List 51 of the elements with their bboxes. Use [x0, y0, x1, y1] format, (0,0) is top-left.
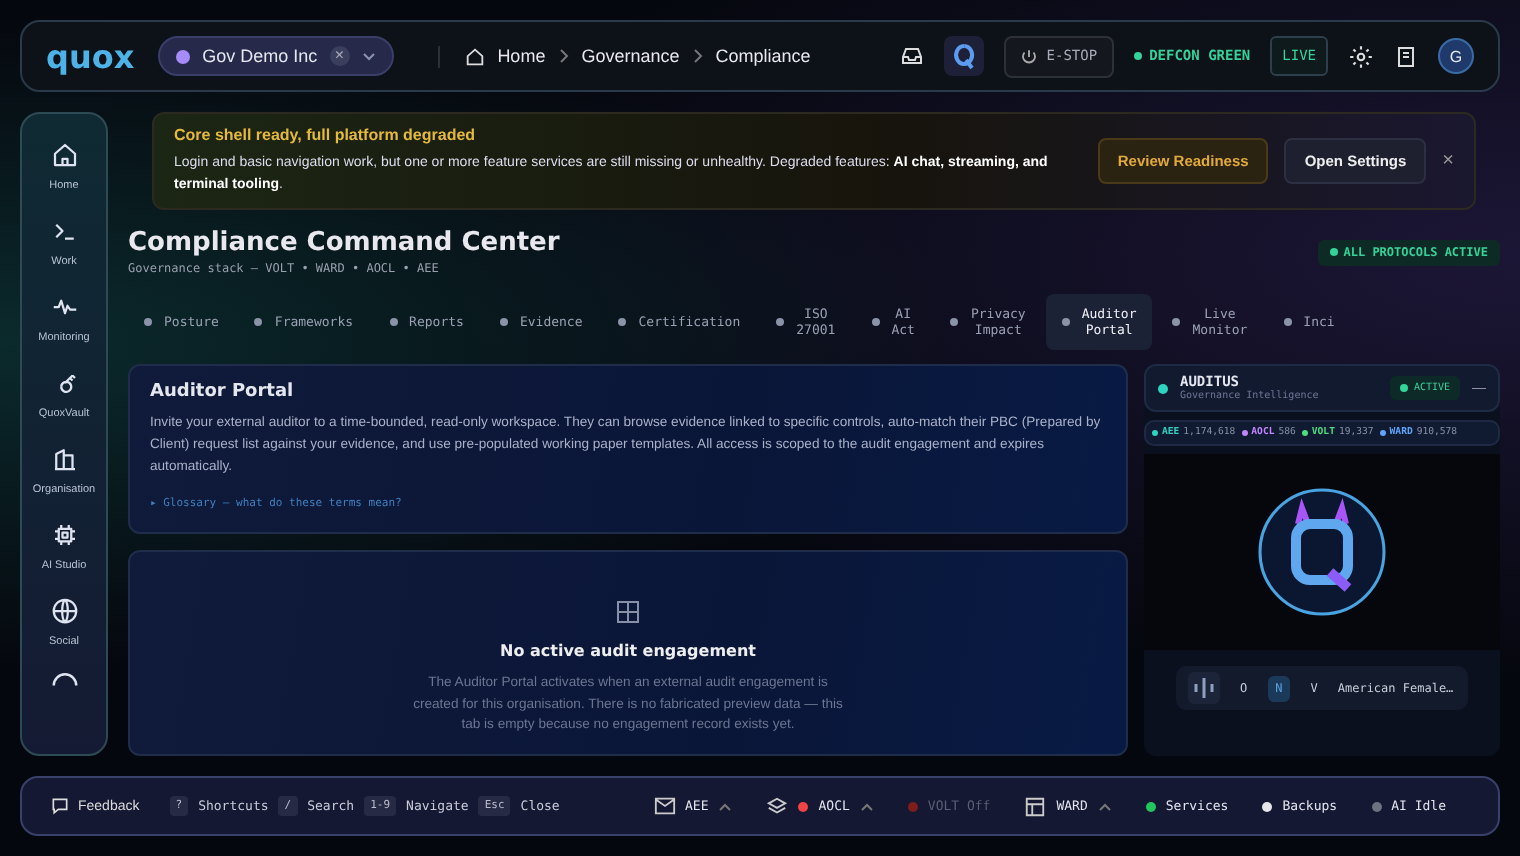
panel-icon	[1024, 795, 1047, 817]
inbox-icon[interactable]	[900, 44, 925, 68]
tab-icon	[618, 318, 627, 326]
user-avatar[interactable]: G	[1438, 38, 1474, 74]
book-icon[interactable]	[1394, 43, 1418, 69]
breadcrumb-link[interactable]: Governance	[581, 46, 680, 66]
assistant-button[interactable]	[944, 36, 985, 76]
card-title: Auditor Portal	[150, 382, 296, 402]
speaker-icon[interactable]	[1188, 672, 1220, 704]
caret-icon	[859, 801, 874, 811]
organisation-dot-icon	[176, 49, 191, 63]
banner-title: Core shell ready, full platform degraded	[174, 126, 478, 144]
chevron-icon	[691, 48, 704, 64]
tab-icon	[254, 318, 263, 326]
settings-icon[interactable]	[1348, 43, 1374, 69]
tab-icon	[776, 318, 785, 326]
q-logo-icon	[952, 42, 977, 70]
layers-icon	[766, 795, 789, 817]
power-icon	[1020, 47, 1039, 65]
breadcrumb-link[interactable]: Home	[497, 46, 546, 66]
nav-icon[interactable]	[49, 670, 79, 686]
caret-icon	[1097, 801, 1112, 811]
nav-icon	[49, 140, 79, 170]
chevron-icon	[557, 48, 570, 64]
logo[interactable]: quox	[46, 37, 135, 75]
nav-icon	[49, 444, 79, 474]
tab-icon	[144, 318, 152, 326]
nav-icon	[49, 520, 79, 550]
grid-icon	[616, 599, 640, 624]
organisation-selector[interactable]: Gov Demo Inc ×	[158, 36, 394, 76]
organisation-name: Gov Demo Inc	[202, 46, 318, 66]
nav-icon	[49, 596, 79, 626]
home-icon	[463, 45, 486, 67]
caret-icon	[361, 51, 376, 61]
chat-bubble-icon	[50, 796, 70, 816]
assistant-status-icon	[1158, 383, 1168, 393]
breadcrumb-link[interactable]: Compliance	[715, 46, 811, 66]
tab-icon	[1061, 318, 1070, 326]
tab-icon	[499, 318, 508, 326]
tab-icon	[389, 318, 398, 326]
clear-button[interactable]: ×	[329, 46, 350, 66]
tab-icon	[871, 318, 880, 326]
mail-icon	[653, 796, 675, 816]
tab-icon	[1172, 318, 1181, 326]
page-title: Compliance Command Center	[128, 228, 560, 258]
status-dot-icon	[1133, 52, 1142, 60]
tab-icon	[1283, 318, 1292, 326]
close-button[interactable]: ×	[1442, 150, 1454, 172]
empty-state-title: No active audit engagement	[500, 641, 756, 660]
caret-icon	[718, 801, 733, 811]
tab-icon	[950, 318, 959, 326]
